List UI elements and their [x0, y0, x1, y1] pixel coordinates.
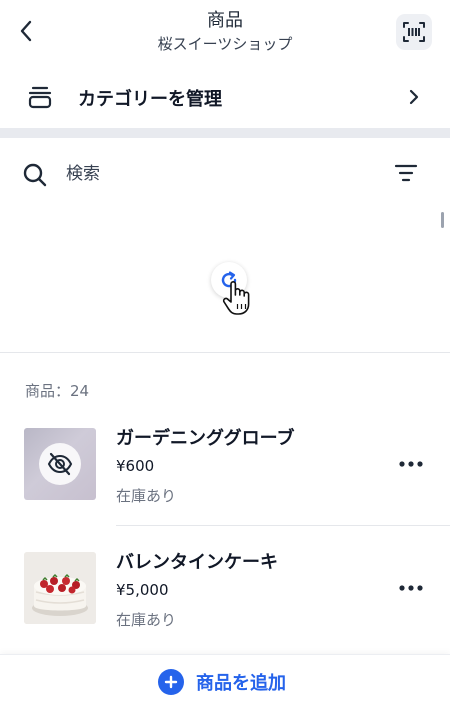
hidden-badge: [39, 443, 81, 485]
plus-circle-icon: [158, 669, 184, 695]
top-app-bar: 商品 桜スイーツショップ: [0, 0, 450, 66]
add-product-label: 商品を追加: [196, 673, 286, 694]
store-name: 桜スイーツショップ: [157, 35, 293, 53]
more-options-button[interactable]: [394, 578, 428, 598]
more-horizontal-icon: [399, 585, 423, 591]
product-stock: 在庫あり: [116, 487, 177, 505]
product-count: 商品：24: [25, 382, 90, 400]
title-block: 商品 桜スイーツショップ: [75, 10, 375, 54]
scan-button[interactable]: [396, 14, 432, 50]
cake-image: [24, 552, 96, 624]
more-options-button[interactable]: [394, 454, 428, 474]
chevron-right-icon: [409, 89, 419, 105]
bottom-action-bar: 商品を追加: [0, 654, 450, 702]
pull-to-refresh-area: [0, 210, 450, 352]
manage-categories-label: カテゴリーを管理: [78, 89, 222, 110]
search-icon: [23, 163, 47, 187]
section-divider: [0, 128, 450, 138]
product-name: バレンタインケーキ: [116, 552, 278, 573]
product-thumbnail: [24, 552, 96, 624]
search-input[interactable]: [66, 160, 366, 188]
list-item[interactable]: バレンタインケーキ ¥5,000 在庫あり: [0, 528, 450, 652]
page-title: 商品: [207, 10, 243, 31]
stack-icon: [28, 86, 52, 109]
filter-icon[interactable]: [394, 162, 418, 184]
barcode-scan-icon: [403, 22, 425, 42]
back-button[interactable]: [12, 16, 40, 46]
eye-off-icon: [47, 452, 73, 476]
product-name: ガーデニンググローブ: [116, 428, 295, 449]
add-product-button[interactable]: 商品を追加: [158, 669, 286, 695]
more-horizontal-icon: [399, 461, 423, 467]
hand-cursor-icon: [222, 281, 250, 315]
product-price: ¥600: [116, 457, 155, 475]
list-divider: [0, 352, 450, 353]
search-bar: [0, 138, 450, 210]
row-divider: [116, 525, 450, 526]
product-stock: 在庫あり: [116, 611, 177, 629]
product-thumbnail: [24, 428, 96, 500]
product-price: ¥5,000: [116, 581, 169, 599]
chevron-left-icon: [20, 20, 32, 42]
manage-categories-row[interactable]: カテゴリーを管理: [0, 66, 450, 128]
list-item[interactable]: ガーデニンググローブ ¥600 在庫あり: [0, 404, 450, 528]
